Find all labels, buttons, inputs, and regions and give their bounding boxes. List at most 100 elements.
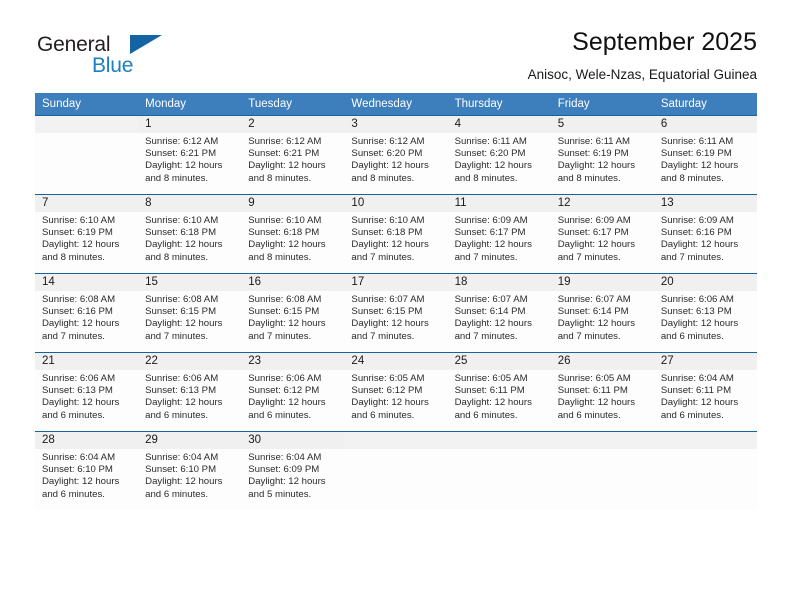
weekday-header-wednesday: Wednesday [344, 92, 448, 116]
daylight-text-line1: Daylight: 12 hours [42, 318, 120, 330]
sunrise-text: Sunrise: 6:08 AM [42, 293, 116, 305]
day-number: 25 [447, 352, 551, 370]
daylight-text-line2: and 8 minutes. [145, 251, 209, 263]
sunset-text: Sunset: 6:19 PM [557, 148, 629, 160]
daylight-text-line2: and 6 minutes. [454, 409, 518, 421]
calendar-day-cell[interactable]: 8 Sunrise: 6:10 AM Sunset: 6:18 PM Daylight… [138, 193, 242, 274]
calendar-day-cell[interactable]: 4 Sunrise: 6:11 AM Sunset: 6:20 PM Daylight… [447, 114, 551, 195]
calendar-day-cell-empty [550, 430, 654, 510]
daylight-text-line2: and 8 minutes. [248, 251, 312, 263]
calendar-day-cell[interactable]: 17 Sunrise: 6:07 AM Sunset: 6:15 PM Dayligh… [344, 272, 448, 353]
day-number: 30 [241, 431, 345, 449]
calendar-day-cell-empty [653, 430, 757, 510]
calendar-day-cell[interactable]: 10 Sunrise: 6:10 AM Sunset: 6:18 PM Dayligh… [344, 193, 448, 274]
sunset-text: Sunset: 6:16 PM [660, 227, 732, 239]
day-number: 5 [550, 115, 654, 133]
calendar-day-cell[interactable]: 30 Sunrise: 6:04 AM Sunset: 6:09 PM Dayligh… [241, 430, 345, 510]
calendar-day-cell[interactable]: 3 Sunrise: 6:12 AM Sunset: 6:20 PM Daylight… [344, 114, 448, 195]
day-number: 8 [138, 194, 242, 212]
day-number: 28 [35, 431, 139, 449]
sunset-text: Sunset: 6:20 PM [351, 148, 423, 160]
calendar-day-cell[interactable]: 22 Sunrise: 6:06 AM Sunset: 6:13 PM Dayligh… [138, 351, 242, 432]
calendar-day-cell[interactable]: 12 Sunrise: 6:09 AM Sunset: 6:17 PM Dayligh… [550, 193, 654, 274]
sunset-text: Sunset: 6:19 PM [660, 148, 732, 160]
weekday-header-saturday: Saturday [653, 92, 757, 116]
daylight-text-line1: Daylight: 12 hours [351, 239, 429, 251]
calendar-day-cell[interactable]: 13 Sunrise: 6:09 AM Sunset: 6:16 PM Dayligh… [653, 193, 757, 274]
daylight-text-line1: Daylight: 12 hours [145, 239, 223, 251]
daylight-text-line1: Daylight: 12 hours [454, 318, 532, 330]
calendar-day-cell[interactable]: 25 Sunrise: 6:05 AM Sunset: 6:11 PM Dayligh… [447, 351, 551, 432]
calendar-day-cell[interactable]: 28 Sunrise: 6:04 AM Sunset: 6:10 PM Dayligh… [35, 430, 139, 510]
calendar-day-cell-empty [344, 430, 448, 510]
day-detail: Sunrise: 6:05 AM Sunset: 6:11 PM Daylight:… [551, 370, 654, 422]
sunrise-text: Sunrise: 6:04 AM [42, 451, 116, 463]
day-detail: Sunrise: 6:04 AM Sunset: 6:09 PM Daylight:… [241, 449, 344, 501]
calendar-day-cell[interactable]: 24 Sunrise: 6:05 AM Sunset: 6:12 PM Dayligh… [344, 351, 448, 432]
sunset-text: Sunset: 6:13 PM [660, 306, 732, 318]
day-number: 12 [550, 194, 654, 212]
sunrise-text: Sunrise: 6:12 AM [351, 135, 425, 147]
calendar-day-cell[interactable]: 9 Sunrise: 6:10 AM Sunset: 6:18 PM Daylight… [241, 193, 345, 274]
day-number: 18 [447, 273, 551, 291]
daylight-text-line1: Daylight: 12 hours [557, 239, 636, 251]
day-number: 15 [138, 273, 242, 291]
day-detail: Sunrise: 6:08 AM Sunset: 6:15 PM Daylight:… [241, 291, 344, 343]
general-blue-logo[interactable]: General Blue [35, 26, 175, 78]
calendar-day-cell[interactable]: 26 Sunrise: 6:05 AM Sunset: 6:11 PM Dayligh… [550, 351, 654, 432]
day-detail: Sunrise: 6:07 AM Sunset: 6:15 PM Daylight:… [344, 291, 447, 343]
calendar-day-cell[interactable]: 2 Sunrise: 6:12 AM Sunset: 6:21 PM Daylight… [241, 114, 345, 195]
day-detail: Sunrise: 6:06 AM Sunset: 6:12 PM Daylight:… [241, 370, 344, 422]
daylight-text-line2: and 6 minutes. [660, 409, 724, 421]
daylight-text-line2: and 8 minutes. [454, 172, 518, 184]
weekday-header-sunday: Sunday [35, 92, 139, 116]
calendar-day-cell[interactable]: 20 Sunrise: 6:06 AM Sunset: 6:13 PM Dayligh… [653, 272, 757, 353]
calendar-day-cell[interactable]: 23 Sunrise: 6:06 AM Sunset: 6:12 PM Dayligh… [241, 351, 345, 432]
day-detail: Sunrise: 6:12 AM Sunset: 6:21 PM Daylight:… [138, 133, 241, 185]
calendar-day-cell[interactable]: 14 Sunrise: 6:08 AM Sunset: 6:16 PM Dayligh… [35, 272, 139, 353]
calendar-day-cell[interactable]: 1 Sunrise: 6:12 AM Sunset: 6:21 PM Daylight… [138, 114, 242, 195]
weekday-header-thursday: Thursday [447, 92, 551, 116]
calendar-day-cell[interactable]: 11 Sunrise: 6:09 AM Sunset: 6:17 PM Dayligh… [447, 193, 551, 274]
sunset-text: Sunset: 6:17 PM [454, 227, 526, 239]
sunrise-text: Sunrise: 6:08 AM [145, 293, 219, 305]
calendar-day-cell[interactable]: 7 Sunrise: 6:10 AM Sunset: 6:19 PM Daylight… [35, 193, 139, 274]
sunset-text: Sunset: 6:15 PM [248, 306, 320, 318]
sunrise-text: Sunrise: 6:12 AM [248, 135, 322, 147]
day-detail: Sunrise: 6:11 AM Sunset: 6:19 PM Daylight:… [551, 133, 654, 185]
day-number [550, 431, 654, 449]
day-number: 17 [344, 273, 448, 291]
calendar-day-cell[interactable]: 29 Sunrise: 6:04 AM Sunset: 6:10 PM Dayligh… [138, 430, 242, 510]
day-detail: Sunrise: 6:10 AM Sunset: 6:19 PM Daylight:… [35, 212, 138, 264]
sunset-text: Sunset: 6:09 PM [248, 464, 320, 476]
sunrise-text: Sunrise: 6:06 AM [145, 372, 219, 384]
calendar-day-cell[interactable]: 16 Sunrise: 6:08 AM Sunset: 6:15 PM Dayligh… [241, 272, 345, 353]
sunrise-text: Sunrise: 6:04 AM [660, 372, 734, 384]
day-number: 3 [344, 115, 448, 133]
sunset-text: Sunset: 6:16 PM [42, 306, 113, 318]
title-block: September 2025 Anisoc, Wele-Nzas, Equato… [528, 26, 757, 82]
calendar-day-cell[interactable]: 21 Sunrise: 6:06 AM Sunset: 6:13 PM Dayligh… [35, 351, 139, 432]
sunrise-text: Sunrise: 6:08 AM [248, 293, 322, 305]
day-number: 19 [550, 273, 654, 291]
logo-text-general: General [37, 33, 111, 56]
day-detail: Sunrise: 6:10 AM Sunset: 6:18 PM Daylight:… [344, 212, 447, 264]
daylight-text-line1: Daylight: 12 hours [42, 476, 120, 488]
calendar-day-cell[interactable]: 5 Sunrise: 6:11 AM Sunset: 6:19 PM Daylight… [550, 114, 654, 195]
calendar-day-cell[interactable]: 18 Sunrise: 6:07 AM Sunset: 6:14 PM Dayligh… [447, 272, 551, 353]
sunset-text: Sunset: 6:11 PM [660, 385, 732, 397]
sunrise-text: Sunrise: 6:09 AM [557, 214, 631, 226]
sunset-text: Sunset: 6:17 PM [557, 227, 629, 239]
calendar-day-cell[interactable]: 15 Sunrise: 6:08 AM Sunset: 6:15 PM Dayligh… [138, 272, 242, 353]
calendar-week-row: 7 Sunrise: 6:10 AM Sunset: 6:19 PM Daylight… [35, 193, 757, 274]
calendar-day-cell[interactable]: 19 Sunrise: 6:07 AM Sunset: 6:14 PM Dayligh… [550, 272, 654, 353]
calendar-week-row: 21 Sunrise: 6:06 AM Sunset: 6:13 PM Dayligh… [35, 351, 757, 432]
day-number: 20 [653, 273, 757, 291]
sunrise-text: Sunrise: 6:09 AM [660, 214, 734, 226]
sunrise-text: Sunrise: 6:07 AM [454, 293, 528, 305]
day-number [447, 431, 551, 449]
logo-text-blue: Blue [92, 54, 134, 77]
calendar-day-cell[interactable]: 27 Sunrise: 6:04 AM Sunset: 6:11 PM Dayligh… [653, 351, 757, 432]
daylight-text-line1: Daylight: 12 hours [248, 318, 326, 330]
calendar-day-cell[interactable]: 6 Sunrise: 6:11 AM Sunset: 6:19 PM Daylight… [653, 114, 757, 195]
